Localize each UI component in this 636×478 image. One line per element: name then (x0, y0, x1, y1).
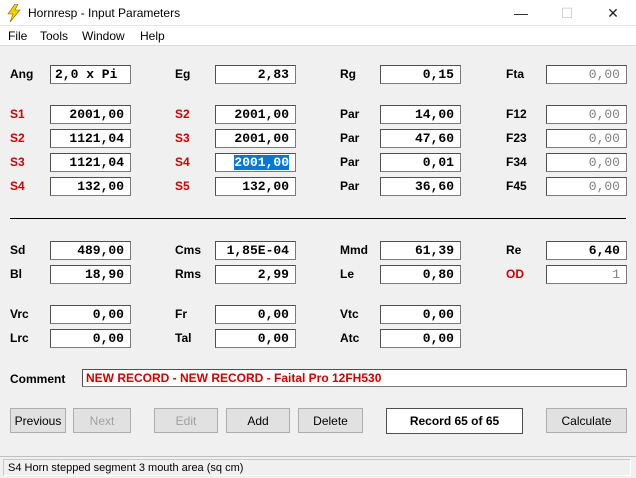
add-button[interactable]: Add (226, 408, 290, 433)
label-par-4: Par (340, 179, 360, 193)
label-rg: Rg (340, 67, 356, 81)
f34-field[interactable]: 0,00 (546, 153, 627, 172)
s1-field[interactable]: 2001,00 (50, 105, 131, 124)
label-od: OD (506, 267, 524, 281)
label-s2-right: S2 (175, 107, 190, 121)
s2-right-field[interactable]: 2001,00 (215, 105, 296, 124)
par-2-field[interactable]: 47,60 (380, 129, 461, 148)
s4-right-field[interactable]: 2001,00 (215, 153, 296, 172)
comment-field[interactable]: NEW RECORD - NEW RECORD - Faital Pro 12F… (82, 369, 627, 387)
maximize-button[interactable]: ☐ (544, 0, 590, 26)
menu-bar: File Tools Window Help (0, 26, 636, 46)
label-s2: S2 (10, 131, 25, 145)
record-indicator: Record 65 of 65 (386, 408, 523, 434)
delete-button[interactable]: Delete (298, 408, 363, 433)
sd-field[interactable]: 489,00 (50, 241, 131, 260)
label-ang: Ang (10, 67, 34, 81)
window-title: Hornresp - Input Parameters (28, 6, 181, 20)
label-par-3: Par (340, 155, 360, 169)
label-s3-right: S3 (175, 131, 190, 145)
menu-help[interactable]: Help (140, 29, 165, 43)
label-fta: Fta (506, 67, 524, 81)
close-button[interactable]: ✕ (590, 0, 636, 26)
label-par-2: Par (340, 131, 360, 145)
label-f34: F34 (506, 155, 527, 169)
lrc-field[interactable]: 0,00 (50, 329, 131, 348)
selected-text: 2001,00 (234, 155, 289, 170)
label-mmd: Mmd (340, 243, 368, 257)
label-le: Le (340, 267, 355, 281)
label-tal: Tal (175, 331, 192, 345)
status-text: S4 Horn stepped segment 3 mouth area (sq… (3, 459, 631, 476)
menu-window[interactable]: Window (82, 29, 125, 43)
vtc-field[interactable]: 0,00 (380, 305, 461, 324)
menu-file[interactable]: File (8, 29, 27, 43)
rms-field[interactable]: 2,99 (215, 265, 296, 284)
label-f45: F45 (506, 179, 527, 193)
label-f23: F23 (506, 131, 527, 145)
label-bl: Bl (10, 267, 22, 281)
mmd-field[interactable]: 61,39 (380, 241, 461, 260)
s5-right-field[interactable]: 132,00 (215, 177, 296, 196)
status-bar: S4 Horn stepped segment 3 mouth area (sq… (0, 456, 636, 478)
calculate-button[interactable]: Calculate (546, 408, 627, 433)
od-field[interactable]: 1 (546, 265, 627, 284)
next-button[interactable]: Next (73, 408, 131, 433)
s4-field[interactable]: 132,00 (50, 177, 131, 196)
label-f12: F12 (506, 107, 527, 121)
s3-field[interactable]: 1121,04 (50, 153, 131, 172)
fta-field[interactable]: 0,00 (546, 65, 627, 84)
label-re: Re (506, 243, 522, 257)
f23-field[interactable]: 0,00 (546, 129, 627, 148)
label-fr: Fr (175, 307, 187, 321)
bl-field[interactable]: 18,90 (50, 265, 131, 284)
minimize-button[interactable]: — (498, 0, 544, 26)
par-3-field[interactable]: 0,01 (380, 153, 461, 172)
label-s4: S4 (10, 179, 25, 193)
par-1-field[interactable]: 14,00 (380, 105, 461, 124)
tal-field[interactable]: 0,00 (215, 329, 296, 348)
f45-field[interactable]: 0,00 (546, 177, 627, 196)
label-s3: S3 (10, 155, 25, 169)
cms-field[interactable]: 1,85E-04 (215, 241, 296, 260)
previous-button[interactable]: Previous (10, 408, 66, 433)
par-4-field[interactable]: 36,60 (380, 177, 461, 196)
label-rms: Rms (175, 267, 202, 281)
label-cms: Cms (175, 243, 202, 257)
rg-field[interactable]: 0,15 (380, 65, 461, 84)
eg-field[interactable]: 2,83 (215, 65, 296, 84)
re-field[interactable]: 6,40 (546, 241, 627, 260)
label-atc: Atc (340, 331, 360, 345)
menu-tools[interactable]: Tools (40, 29, 68, 43)
fr-field[interactable]: 0,00 (215, 305, 296, 324)
label-sd: Sd (10, 243, 26, 257)
edit-button[interactable]: Edit (154, 408, 218, 433)
label-par-1: Par (340, 107, 360, 121)
label-s4-right: S4 (175, 155, 190, 169)
section-divider (10, 218, 626, 219)
label-s1: S1 (10, 107, 25, 121)
label-lrc: Lrc (10, 331, 29, 345)
f12-field[interactable]: 0,00 (546, 105, 627, 124)
lightning-bolt-icon (7, 4, 21, 22)
label-vrc: Vrc (10, 307, 29, 321)
label-s5-right: S5 (175, 179, 190, 193)
label-eg: Eg (175, 67, 191, 81)
label-vtc: Vtc (340, 307, 359, 321)
title-bar: Hornresp - Input Parameters — ☐ ✕ (0, 0, 636, 26)
ang-field[interactable]: 2,0 x Pi (50, 65, 131, 84)
label-comment: Comment (10, 372, 66, 386)
vrc-field[interactable]: 0,00 (50, 305, 131, 324)
s2-field[interactable]: 1121,04 (50, 129, 131, 148)
atc-field[interactable]: 0,00 (380, 329, 461, 348)
s3-right-field[interactable]: 2001,00 (215, 129, 296, 148)
le-field[interactable]: 0,80 (380, 265, 461, 284)
